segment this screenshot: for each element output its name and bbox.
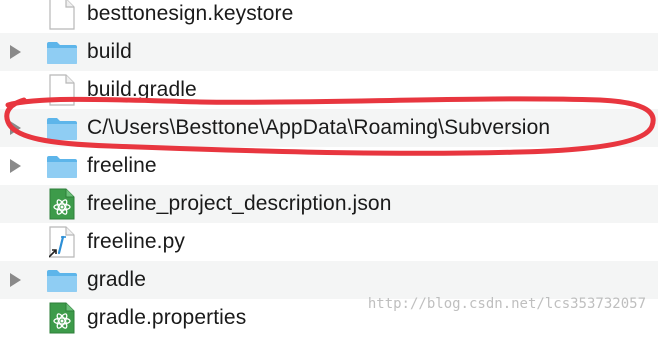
- file-row-subversion-path[interactable]: C/\Users\Besttone\AppData\Roaming\Subver…: [0, 109, 658, 147]
- file-name: freeline: [87, 154, 157, 177]
- folder-icon: [47, 118, 77, 140]
- disclosure-triangle-icon[interactable]: [10, 45, 21, 59]
- finder-file-list: besttonesign.keystore build build.gradle…: [0, 0, 658, 337]
- file-row-build-gradle[interactable]: build.gradle: [0, 71, 658, 109]
- file-name: besttonesign.keystore: [87, 2, 294, 25]
- file-row-freeline-project-description[interactable]: freeline_project_description.json: [0, 185, 658, 223]
- file-name: gradle.properties: [87, 306, 247, 329]
- document-icon: [49, 74, 75, 106]
- file-row-build[interactable]: build: [0, 33, 658, 71]
- atom-json-icon: [49, 188, 75, 220]
- folder-icon: [47, 270, 77, 292]
- file-name: freeline_project_description.json: [87, 192, 392, 215]
- atom-properties-icon: [49, 302, 75, 334]
- disclosure-triangle-icon[interactable]: [10, 273, 21, 287]
- watermark-url: http://blog.csdn.net/lcs353732057: [367, 296, 646, 312]
- file-row-gradle[interactable]: gradle: [0, 261, 658, 299]
- file-name: freeline.py: [87, 230, 185, 253]
- file-row-besttonesign-keystore[interactable]: besttonesign.keystore: [0, 0, 658, 33]
- file-name: C/\Users\Besttone\AppData\Roaming\Subver…: [87, 116, 551, 139]
- folder-icon: [47, 42, 77, 64]
- document-icon: [49, 0, 75, 30]
- file-name: gradle: [87, 268, 146, 291]
- file-row-freeline[interactable]: freeline: [0, 147, 658, 185]
- disclosure-triangle-icon[interactable]: [10, 121, 21, 135]
- folder-icon: [47, 156, 77, 178]
- python-script-icon: [49, 226, 75, 258]
- file-name: build: [87, 40, 132, 63]
- file-name: build.gradle: [87, 78, 197, 101]
- disclosure-triangle-icon[interactable]: [10, 159, 21, 173]
- file-row-freeline-py[interactable]: freeline.py: [0, 223, 658, 261]
